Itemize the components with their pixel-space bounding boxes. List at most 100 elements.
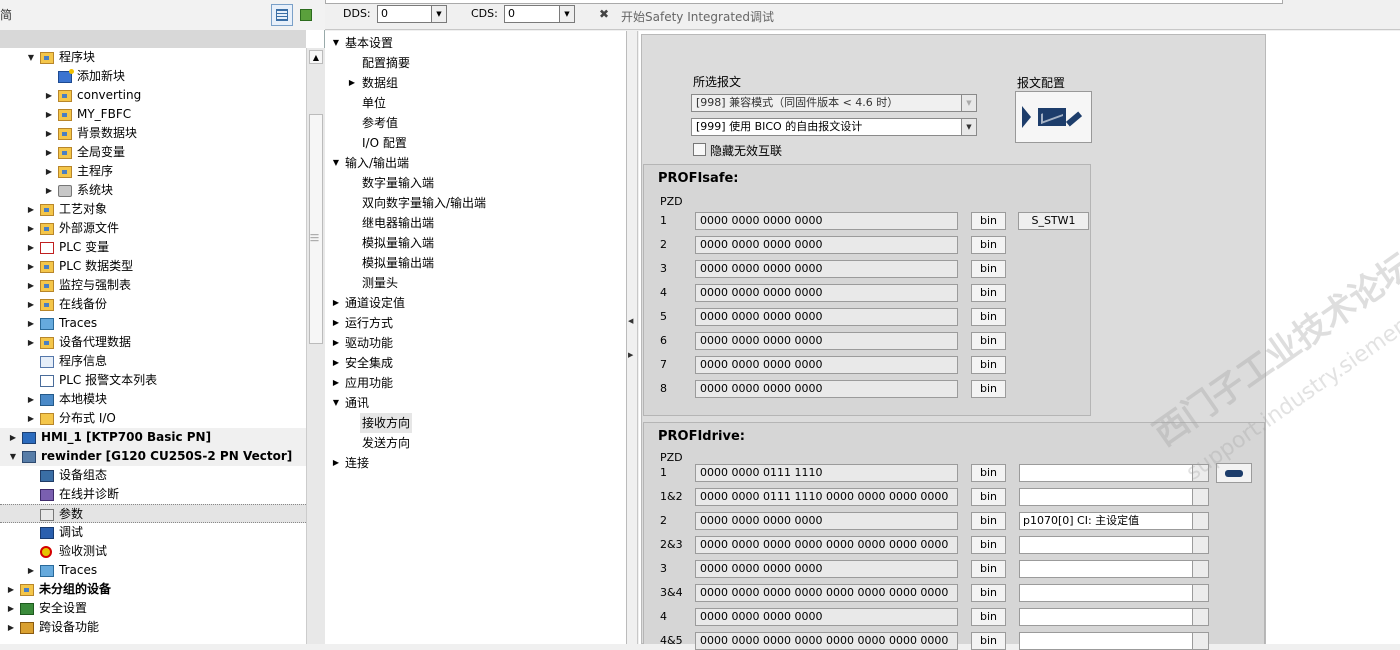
nav-item[interactable]: 参考值 xyxy=(325,113,625,133)
bin-button[interactable]: bin xyxy=(971,488,1006,506)
dds-select[interactable]: 0 ▼ xyxy=(377,5,447,23)
chevron-down-icon[interactable]: ▼ xyxy=(559,6,574,22)
collapsed-arrow-icon[interactable]: ▶ xyxy=(331,353,341,373)
collapsed-arrow-icon[interactable]: ▶ xyxy=(8,428,18,447)
expanded-arrow-icon[interactable]: ▼ xyxy=(26,48,36,67)
tree-item[interactable]: ▶ 监控与强制表 xyxy=(0,276,306,295)
tree-item[interactable]: ▶ 外部源文件 xyxy=(0,219,306,238)
expanded-arrow-icon[interactable]: ▼ xyxy=(8,447,18,466)
tree-item[interactable]: 程序信息 xyxy=(0,352,306,371)
tree-item[interactable]: ▶ 全局变量 xyxy=(0,143,306,162)
collapsed-arrow-icon[interactable]: ▶ xyxy=(331,333,341,353)
collapsed-arrow-icon[interactable]: ▶ xyxy=(6,580,16,599)
nav-item[interactable]: 单位 xyxy=(325,93,625,113)
tree-item[interactable]: 设备组态 xyxy=(0,466,306,485)
collapsed-arrow-icon[interactable]: ▶ xyxy=(26,276,36,295)
collapsed-arrow-icon[interactable]: ▶ xyxy=(44,181,54,200)
nav-item[interactable]: I/O 配置 xyxy=(325,133,625,153)
expanded-arrow-icon[interactable]: ▼ xyxy=(331,33,341,53)
interconnect-input[interactable]: p1070[0] CI: 主设定值 xyxy=(1019,512,1193,530)
nav-item[interactable]: 模拟量输入端 xyxy=(325,233,625,253)
tree-item[interactable]: ▶ 跨设备功能 xyxy=(0,618,306,637)
tree-item[interactable]: ▶ 未分组的设备 xyxy=(0,580,306,599)
scroll-up-icon[interactable]: ▲ xyxy=(309,50,323,64)
collapsed-arrow-icon[interactable]: ▶ xyxy=(6,599,16,618)
interconnect-input[interactable] xyxy=(1019,464,1193,482)
tree-item[interactable]: ▶ Traces xyxy=(0,561,306,580)
collapsed-arrow-icon[interactable]: ▶ xyxy=(26,390,36,409)
tree-item[interactable]: ▶ MY_FBFC xyxy=(0,105,306,124)
bin-button[interactable]: bin xyxy=(971,464,1006,482)
nav-item[interactable]: 接收方向 xyxy=(325,413,625,433)
bin-button[interactable]: bin xyxy=(971,308,1006,326)
collapsed-arrow-icon[interactable]: ▶ xyxy=(44,162,54,181)
tree-item[interactable]: ▼ 程序块 xyxy=(0,48,306,67)
collapsed-arrow-icon[interactable]: ▶ xyxy=(26,314,36,333)
collapsed-arrow-icon[interactable]: ▶ xyxy=(26,333,36,352)
interconnect-input[interactable] xyxy=(1019,608,1193,626)
tree-item[interactable]: ▶ 在线备份 xyxy=(0,295,306,314)
collapsed-arrow-icon[interactable]: ▶ xyxy=(6,618,16,637)
tree-item[interactable]: ▶ 背景数据块 xyxy=(0,124,306,143)
tree-item[interactable]: 验收测试 xyxy=(0,542,306,561)
telegram-select-2[interactable]: [999] 使用 BICO 的自由报文设计 ▼ xyxy=(691,118,977,136)
collapsed-arrow-icon[interactable]: ▶ xyxy=(26,219,36,238)
tree-item[interactable]: ▶ 分布式 I/O xyxy=(0,409,306,428)
collapsed-arrow-icon[interactable]: ▶ xyxy=(26,409,36,428)
nav-item[interactable]: ▶ 数据组 xyxy=(325,73,625,93)
hide-invalid-checkbox[interactable] xyxy=(693,143,706,156)
tree-item[interactable]: ▶ Traces xyxy=(0,314,306,333)
tree-item[interactable]: 参数 xyxy=(0,504,306,523)
telegram-config-button[interactable] xyxy=(1015,91,1092,143)
tree-item[interactable]: 调试 xyxy=(0,523,306,542)
tree-item[interactable]: 在线并诊断 xyxy=(0,485,306,504)
tree-item[interactable]: 添加新块 xyxy=(0,67,306,86)
collapsed-arrow-icon[interactable]: ▶ xyxy=(26,561,36,580)
tree-item[interactable]: ▶ 主程序 xyxy=(0,162,306,181)
nav-item[interactable]: 数字量输入端 xyxy=(325,173,625,193)
collapsed-arrow-icon[interactable]: ▶ xyxy=(347,73,357,93)
nav-item[interactable]: ▶ 应用功能 xyxy=(325,373,625,393)
bin-button[interactable]: bin xyxy=(971,584,1006,602)
interconnect-input[interactable] xyxy=(1019,536,1193,554)
interconnect-browse-button[interactable] xyxy=(1192,608,1209,626)
chevron-down-icon[interactable]: ▼ xyxy=(431,6,446,22)
collapsed-arrow-icon[interactable]: ▶ xyxy=(44,124,54,143)
nav-item[interactable]: 模拟量输出端 xyxy=(325,253,625,273)
nav-item[interactable]: ▼ 输入/输出端 xyxy=(325,153,625,173)
collapsed-arrow-icon[interactable]: ▶ xyxy=(26,238,36,257)
bin-button[interactable]: bin xyxy=(971,284,1006,302)
tools-icon[interactable]: ✖ xyxy=(599,8,612,21)
start-safety-commissioning-button[interactable]: 开始Safety Integrated调试 xyxy=(621,8,774,25)
nav-item[interactable]: 测量头 xyxy=(325,273,625,293)
project-tree-scrollbar[interactable]: ▲ — — — xyxy=(306,48,325,644)
nav-item[interactable]: ▼ 基本设置 xyxy=(325,33,625,53)
collapsed-arrow-icon[interactable]: ▶ xyxy=(331,453,341,473)
expanded-arrow-icon[interactable]: ▼ xyxy=(331,153,341,173)
nav-item[interactable]: ▶ 安全集成 xyxy=(325,353,625,373)
nav-item[interactable]: ▶ 连接 xyxy=(325,453,625,473)
tree-item[interactable]: ▶ PLC 数据类型 xyxy=(0,257,306,276)
interconnect-browse-button[interactable] xyxy=(1192,464,1209,482)
nav-item[interactable]: 双向数字量输入/输出端 xyxy=(325,193,625,213)
scroll-thumb[interactable] xyxy=(309,114,323,344)
panel-splitter[interactable]: ◀ ▶ xyxy=(627,31,638,644)
collapsed-arrow-icon[interactable]: ▶ xyxy=(44,105,54,124)
cds-select[interactable]: 0 ▼ xyxy=(504,5,575,23)
collapsed-arrow-icon[interactable]: ▶ xyxy=(44,143,54,162)
nav-item[interactable]: 发送方向 xyxy=(325,433,625,453)
nav-item[interactable]: ▼ 通讯 xyxy=(325,393,625,413)
bin-button[interactable]: bin xyxy=(971,236,1006,254)
bin-button[interactable]: bin xyxy=(971,608,1006,626)
tree-item[interactable]: PLC 报警文本列表 xyxy=(0,371,306,390)
bin-button[interactable]: bin xyxy=(971,356,1006,374)
tree-item[interactable]: ▶ 安全设置 xyxy=(0,599,306,618)
tree-item[interactable]: ▶ HMI_1 [KTP700 Basic PN] xyxy=(0,428,306,447)
list-view-icon[interactable] xyxy=(271,4,293,26)
interconnect-browse-button[interactable] xyxy=(1192,584,1209,602)
bin-button[interactable]: bin xyxy=(971,212,1006,230)
add-device-icon[interactable] xyxy=(295,4,317,26)
bin-button[interactable]: bin xyxy=(971,632,1006,650)
nav-item[interactable]: ▶ 驱动功能 xyxy=(325,333,625,353)
interconnect-browse-button[interactable] xyxy=(1192,488,1209,506)
